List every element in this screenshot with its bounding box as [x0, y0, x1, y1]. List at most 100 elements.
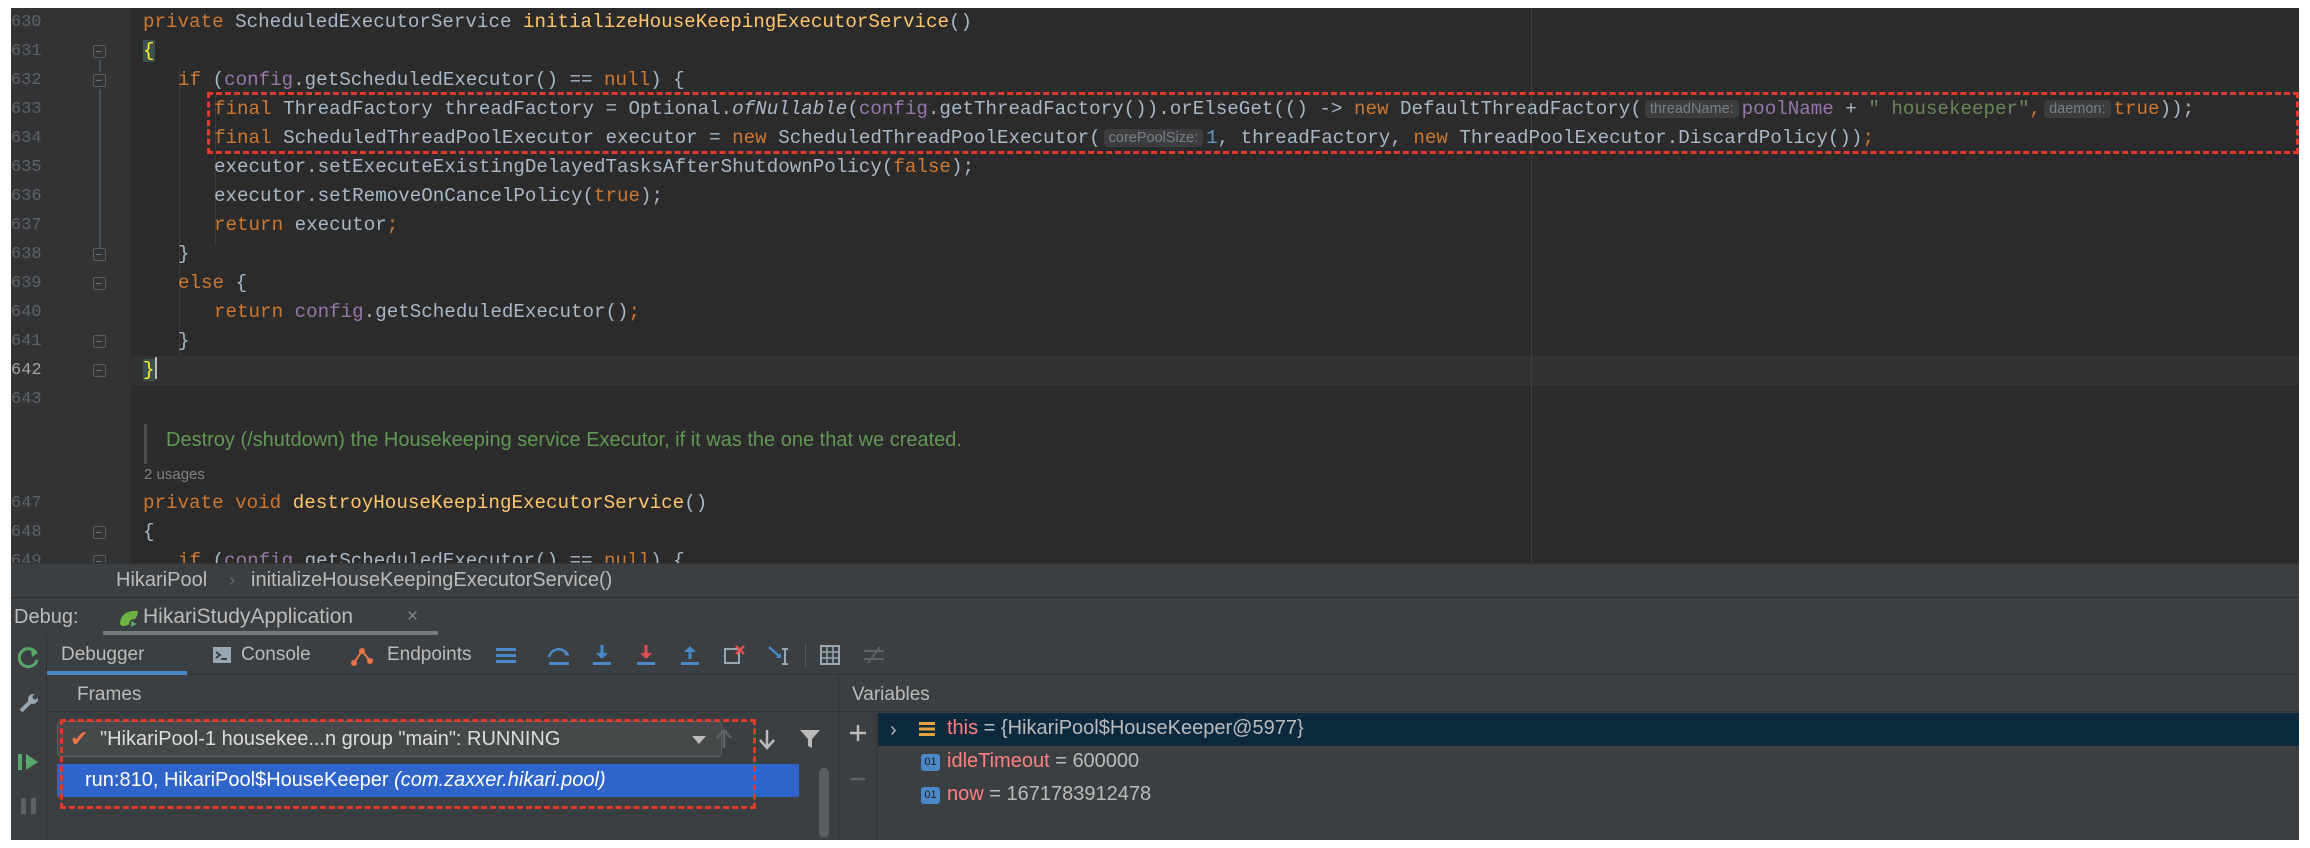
line-number: 636 — [11, 187, 42, 206]
filter-icon[interactable] — [797, 726, 825, 754]
token-text: } — [178, 243, 190, 265]
fold-marker-icon[interactable] — [93, 45, 106, 58]
run-config-tab[interactable]: HikariStudyApplication × — [107, 600, 418, 634]
variables-panel: Variables › this = {HikariPool$HouseKeep… — [838, 676, 2299, 840]
line-number: 635 — [11, 158, 42, 177]
variable-row[interactable]: 01 idleTimeout = 600000 — [878, 746, 2299, 779]
code-line-631: { — [143, 37, 155, 66]
variable-equals: = — [978, 717, 1001, 739]
frames-header: Frames — [47, 676, 838, 712]
token-keyword: true — [593, 185, 641, 207]
token-text: ( — [212, 69, 225, 91]
token-method: initializeHouseKeepingExecutorService — [522, 11, 950, 33]
fold-marker-icon[interactable] — [93, 555, 106, 563]
indent-guide — [179, 66, 180, 356]
spring-boot-icon — [117, 608, 141, 635]
fold-marker-icon[interactable] — [93, 526, 106, 539]
token-keyword: if — [178, 69, 213, 91]
code-line-638: } — [178, 240, 190, 269]
variable-name: now — [947, 783, 984, 805]
token-keyword: private — [143, 11, 236, 33]
add-watch-icon[interactable] — [848, 723, 868, 748]
force-step-into-icon[interactable] — [634, 643, 660, 667]
step-into-icon[interactable] — [590, 643, 616, 667]
token-field: config — [224, 550, 294, 563]
run-config-name: HikariStudyApplication — [143, 605, 354, 628]
breadcrumb-class[interactable]: HikariPool — [116, 569, 207, 592]
token-text: () — [949, 11, 973, 33]
variables-title: Variables — [852, 684, 930, 705]
console-icon — [212, 646, 232, 670]
token-keyword: return — [214, 301, 295, 323]
line-number: 633 — [11, 100, 42, 119]
fold-marker-icon[interactable] — [93, 248, 106, 261]
line-number: 648 — [11, 523, 42, 542]
fold-line — [99, 89, 101, 249]
remove-watch-icon[interactable] — [848, 769, 868, 794]
run-to-cursor-icon[interactable] — [766, 643, 792, 667]
frames-panel: Frames ✔ "HikariPool-1 housekee...n grou… — [47, 676, 838, 840]
arrow-down-icon[interactable] — [754, 726, 782, 754]
chevron-right-icon[interactable]: › — [890, 719, 897, 742]
token-keyword: return — [214, 214, 295, 236]
token-keyword: else — [178, 272, 236, 294]
token-semicolon: ; — [386, 214, 399, 236]
token-text: .getScheduledExecutor() == — [293, 550, 605, 563]
evaluate-table-icon[interactable] — [818, 643, 844, 667]
breadcrumb-method[interactable]: initializeHouseKeepingExecutorService() — [251, 569, 612, 592]
breadcrumb: HikariPool › initializeHouseKeepingExecu… — [11, 563, 2299, 597]
caret-row-highlight — [131, 356, 2299, 385]
trace-stream-icon[interactable] — [862, 643, 888, 667]
tab-endpoints[interactable]: Endpoints — [350, 635, 480, 675]
variable-value: 600000 — [1072, 750, 1140, 772]
debug-tabs-row: Debugger Console Endpoints — [47, 635, 2299, 675]
frames-title: Frames — [77, 684, 142, 705]
fold-marker-icon[interactable] — [93, 335, 106, 348]
code-line-637: return executor; — [214, 211, 398, 240]
line-number-current: 642 — [11, 361, 42, 380]
pause-icon[interactable] — [18, 795, 40, 822]
code-line-641: } — [178, 327, 190, 356]
token-semicolon: ; — [628, 301, 641, 323]
variable-row[interactable]: 01 now = 1671783912478 — [878, 779, 2299, 812]
fold-marker-icon[interactable] — [93, 364, 106, 377]
code-line-647: private void destroyHouseKeepingExecutor… — [143, 489, 707, 518]
menu-lines-icon[interactable] — [494, 643, 520, 667]
token-text: { — [235, 272, 248, 294]
object-field-icon — [918, 720, 936, 744]
token-text: executor.setRemoveOnCancelPolicy( — [214, 185, 594, 207]
step-over-icon[interactable] — [546, 643, 572, 667]
frames-scrollbar[interactable] — [819, 768, 829, 838]
line-number: 637 — [11, 216, 42, 235]
annotation-highlight-box — [207, 92, 2299, 154]
resume-icon[interactable] — [16, 750, 42, 779]
usages-link[interactable]: 2 usages — [144, 466, 205, 483]
token-text: ) { — [650, 550, 685, 563]
code-line-636: executor.setRemoveOnCancelPolicy(true); — [214, 182, 663, 211]
line-number: 632 — [11, 71, 42, 90]
tab-console[interactable]: Console — [212, 635, 322, 675]
token-field: config — [224, 69, 294, 91]
token-text: ( — [212, 550, 225, 563]
close-icon[interactable]: × — [407, 606, 418, 628]
token-keyword: false — [893, 156, 951, 178]
token-keyword: null — [604, 550, 651, 563]
settings-wrench-icon[interactable] — [17, 691, 41, 720]
fold-marker-icon[interactable] — [93, 277, 106, 290]
line-number: 639 — [11, 274, 42, 293]
variable-entry: idleTimeout = 600000 — [947, 750, 1139, 773]
tab-debugger[interactable]: Debugger — [47, 635, 187, 675]
token-text: } — [178, 330, 190, 352]
token-text: ); — [640, 185, 664, 207]
step-out-icon[interactable] — [678, 643, 704, 667]
debug-title-row: Debug: HikariStudyApplication × — [11, 598, 2299, 635]
variables-side-toolbar — [839, 713, 877, 840]
code-editor[interactable]: 630 631 632 633 634 635 636 637 638 639 … — [11, 8, 2299, 563]
code-line-640: return config.getScheduledExecutor(); — [214, 298, 640, 327]
drop-frame-icon[interactable] — [722, 643, 748, 667]
token-text: .getScheduledExecutor() == — [293, 69, 605, 91]
fold-marker-icon[interactable] — [93, 74, 106, 87]
line-number: 647 — [11, 494, 42, 513]
rerun-icon[interactable] — [16, 645, 42, 676]
variable-row[interactable]: › this = {HikariPool$HouseKeeper@5977} — [878, 713, 2299, 746]
